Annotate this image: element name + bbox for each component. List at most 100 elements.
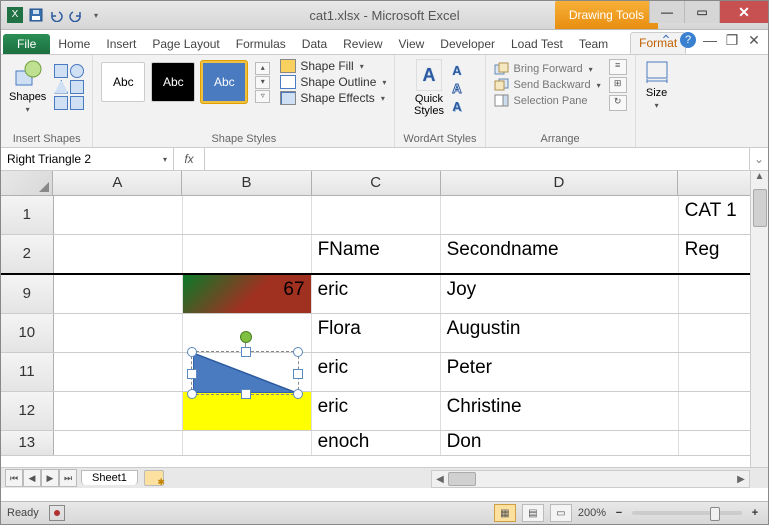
- quick-styles-button[interactable]: A Quick Styles: [414, 59, 444, 117]
- row-header[interactable]: 11: [1, 353, 54, 391]
- cell[interactable]: [54, 314, 183, 352]
- text-effects-button[interactable]: A: [448, 98, 466, 114]
- view-page-layout-button[interactable]: ▤: [522, 504, 544, 522]
- size-button[interactable]: Size ▾: [644, 59, 670, 110]
- text-fill-button[interactable]: A: [448, 62, 466, 78]
- horizontal-scrollbar[interactable]: ◀ ▶: [431, 470, 750, 488]
- cell[interactable]: [54, 275, 183, 313]
- tab-page-layout[interactable]: Page Layout: [144, 34, 227, 54]
- shapes-gallery-mini[interactable]: [54, 64, 84, 110]
- rotate-button[interactable]: ↻: [609, 95, 627, 111]
- cell[interactable]: Peter: [441, 353, 679, 391]
- tab-team[interactable]: Team: [571, 34, 616, 54]
- row-header[interactable]: 12: [1, 392, 54, 430]
- cell[interactable]: Flora: [312, 314, 441, 352]
- workbook-restore-button[interactable]: ❐: [724, 32, 740, 48]
- gallery-more-button[interactable]: ▴▾▿: [255, 62, 270, 103]
- zoom-in-button[interactable]: +: [748, 507, 762, 519]
- maximize-button[interactable]: ▭: [684, 1, 719, 23]
- redo-button[interactable]: [67, 6, 85, 24]
- align-button[interactable]: ≡: [609, 59, 627, 75]
- scroll-thumb[interactable]: [448, 472, 476, 486]
- cell[interactable]: [312, 196, 441, 234]
- row-header[interactable]: 1: [1, 196, 54, 234]
- cell[interactable]: eric: [312, 275, 441, 313]
- cell[interactable]: [54, 431, 183, 455]
- tab-data[interactable]: Data: [294, 34, 335, 54]
- group-button[interactable]: ⊞: [609, 77, 627, 93]
- qat-dropdown[interactable]: ▾: [87, 6, 105, 24]
- shape-style-gallery[interactable]: Abc Abc Abc ▴▾▿: [101, 61, 270, 103]
- row-header[interactable]: 10: [1, 314, 54, 352]
- cell[interactable]: [54, 392, 183, 430]
- cell[interactable]: [54, 235, 183, 273]
- scroll-up-button[interactable]: ▲: [751, 171, 768, 187]
- name-box[interactable]: Right Triangle 2 ▾: [1, 148, 174, 170]
- select-all-corner[interactable]: [1, 171, 53, 195]
- style-swatch-3[interactable]: Abc: [201, 61, 247, 103]
- cell[interactable]: 67: [183, 275, 312, 313]
- cell[interactable]: [183, 392, 312, 430]
- style-swatch-1[interactable]: Abc: [101, 62, 145, 102]
- sheet-nav-last[interactable]: ⏭: [59, 469, 77, 487]
- record-macro-button[interactable]: [49, 505, 65, 521]
- zoom-out-button[interactable]: −: [612, 507, 626, 519]
- scroll-right-button[interactable]: ▶: [733, 474, 749, 485]
- formula-input[interactable]: [205, 148, 749, 170]
- cell[interactable]: [183, 196, 312, 234]
- cell[interactable]: Christine: [441, 392, 679, 430]
- scroll-thumb[interactable]: [753, 189, 767, 227]
- cell[interactable]: Secondname: [441, 235, 679, 273]
- text-outline-button[interactable]: A: [448, 80, 466, 96]
- cell[interactable]: enoch: [312, 431, 441, 455]
- col-header-C[interactable]: C: [312, 171, 441, 195]
- cell[interactable]: [54, 353, 183, 391]
- bring-forward-button[interactable]: Bring Forward▾: [494, 62, 601, 76]
- workbook-close-button[interactable]: ✕: [746, 32, 762, 48]
- cell[interactable]: Joy: [441, 275, 679, 313]
- new-sheet-button[interactable]: [144, 470, 164, 486]
- vertical-scrollbar[interactable]: ▲: [750, 171, 768, 467]
- tab-developer[interactable]: Developer: [432, 34, 503, 54]
- cell[interactable]: Augustin: [441, 314, 679, 352]
- view-page-break-button[interactable]: ▭: [550, 504, 572, 522]
- row-header[interactable]: 9: [1, 275, 54, 313]
- view-normal-button[interactable]: ▦: [494, 504, 516, 522]
- selection-pane-button[interactable]: Selection Pane: [494, 94, 601, 108]
- cell[interactable]: [183, 314, 312, 352]
- col-header-D[interactable]: D: [441, 171, 679, 195]
- cell[interactable]: eric: [312, 353, 441, 391]
- row-header[interactable]: 2: [1, 235, 54, 273]
- expand-formula-button[interactable]: ⌄: [749, 148, 768, 170]
- cell[interactable]: [183, 431, 312, 455]
- workbook-minimize-button[interactable]: —: [702, 32, 718, 48]
- col-header-B[interactable]: B: [182, 171, 311, 195]
- minimize-button[interactable]: —: [649, 1, 684, 23]
- tab-view[interactable]: View: [391, 34, 433, 54]
- cell[interactable]: [183, 353, 312, 391]
- tab-home[interactable]: Home: [50, 34, 98, 54]
- sheet-nav-prev[interactable]: ◀: [23, 469, 41, 487]
- sheet-nav-next[interactable]: ▶: [41, 469, 59, 487]
- help-button[interactable]: ?: [680, 32, 696, 48]
- sheet-nav-first[interactable]: ⏮: [5, 469, 23, 487]
- minimize-ribbon-button[interactable]: ⌃: [658, 32, 674, 48]
- scroll-left-button[interactable]: ◀: [432, 474, 448, 485]
- row-header[interactable]: 13: [1, 431, 54, 455]
- style-swatch-2[interactable]: Abc: [151, 62, 195, 102]
- zoom-level[interactable]: 200%: [578, 507, 606, 519]
- cell[interactable]: [54, 196, 183, 234]
- file-tab[interactable]: File: [3, 34, 50, 54]
- cell[interactable]: Don: [441, 431, 679, 455]
- tab-formulas[interactable]: Formulas: [228, 34, 294, 54]
- close-button[interactable]: ✕: [719, 1, 768, 23]
- send-backward-button[interactable]: Send Backward▾: [494, 78, 601, 92]
- tab-insert[interactable]: Insert: [98, 34, 144, 54]
- col-header-A[interactable]: A: [53, 171, 182, 195]
- undo-button[interactable]: [47, 6, 65, 24]
- shape-outline-button[interactable]: Shape Outline▾: [280, 75, 386, 89]
- shape-fill-button[interactable]: Shape Fill▾: [280, 59, 386, 73]
- save-button[interactable]: [27, 6, 45, 24]
- cell[interactable]: [441, 196, 679, 234]
- sheet-tab[interactable]: Sheet1: [81, 470, 138, 485]
